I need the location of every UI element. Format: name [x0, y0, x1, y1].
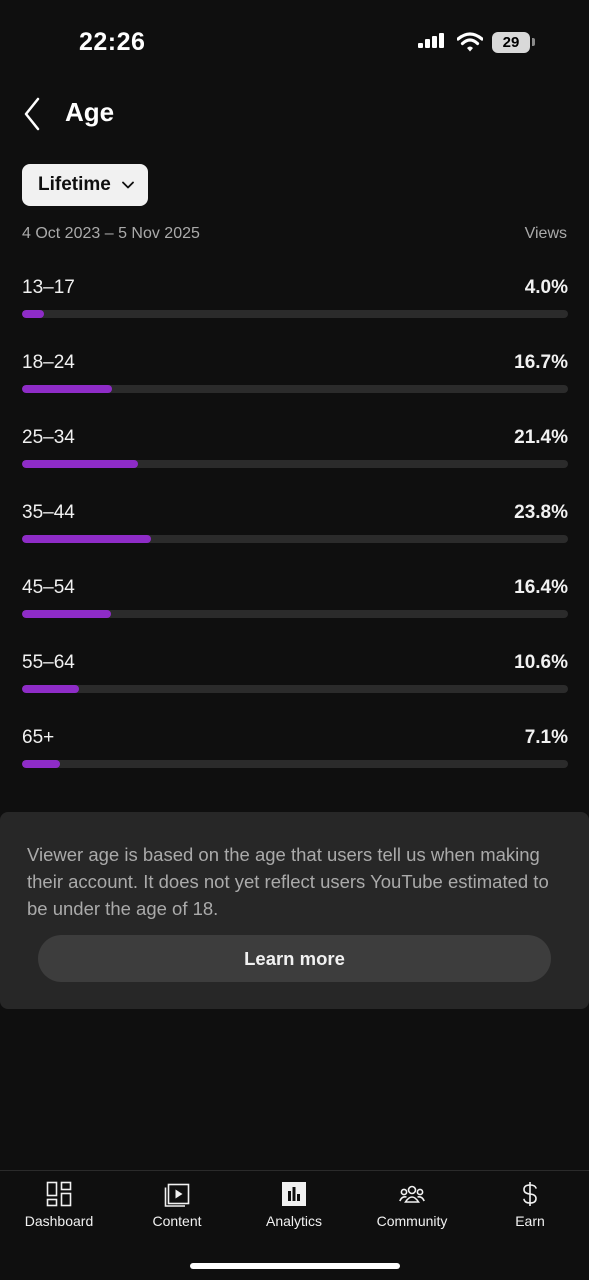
- age-row: 55–64 10.6%: [22, 651, 568, 726]
- status-bar: 22:26 29: [0, 0, 589, 88]
- progress-fill: [22, 535, 151, 543]
- back-arrow-icon[interactable]: [14, 94, 54, 134]
- progress-track: [22, 610, 568, 618]
- progress-fill: [22, 610, 111, 618]
- progress-track: [22, 685, 568, 693]
- age-group-label: 18–24: [22, 352, 75, 373]
- nav-item-analytics[interactable]: Analytics: [235, 1171, 353, 1241]
- nav-label: Earn: [515, 1213, 545, 1229]
- info-card: Viewer age is based on the age that user…: [0, 812, 589, 1009]
- age-row: 35–44 23.8%: [22, 501, 568, 576]
- earn-icon: [523, 1182, 537, 1206]
- progress-track: [22, 310, 568, 318]
- time-range-dropdown[interactable]: Lifetime: [22, 164, 148, 206]
- nav-item-dashboard[interactable]: Dashboard: [0, 1171, 118, 1241]
- progress-fill: [22, 685, 79, 693]
- time-range-label: Lifetime: [38, 174, 111, 195]
- age-group-label: 65+: [22, 727, 55, 748]
- progress-fill: [22, 310, 44, 318]
- dashboard-icon: [46, 1181, 72, 1207]
- age-row: 45–54 16.4%: [22, 576, 568, 651]
- community-icon: [399, 1185, 425, 1203]
- progress-track: [22, 460, 568, 468]
- nav-label: Community: [376, 1213, 448, 1229]
- progress-fill: [22, 760, 60, 768]
- metric-label: Views: [524, 225, 567, 242]
- date-range: 4 Oct 2023 – 5 Nov 2025: [22, 225, 200, 242]
- age-group-label: 45–54: [22, 577, 75, 598]
- age-group-percent: 21.4%: [514, 427, 568, 448]
- wifi-icon: [457, 32, 483, 52]
- home-indicator[interactable]: [190, 1263, 400, 1269]
- progress-track: [22, 760, 568, 768]
- status-time: 22:26: [79, 28, 146, 56]
- age-row: 25–34 21.4%: [22, 426, 568, 501]
- age-breakdown-list: 13–17 4.0% 18–24 16.7% 25–34 21.4% 35–44…: [22, 276, 568, 801]
- age-row: 18–24 16.7%: [22, 351, 568, 426]
- age-group-percent: 7.1%: [524, 727, 568, 748]
- age-group-label: 35–44: [22, 502, 75, 523]
- age-row: 13–17 4.0%: [22, 276, 568, 351]
- analytics-icon: [282, 1182, 306, 1206]
- nav-label: Content: [152, 1213, 202, 1229]
- info-text: Viewer age is based on the age that user…: [27, 844, 549, 919]
- chevron-down-icon: [122, 181, 134, 189]
- battery-tip: [532, 38, 535, 46]
- age-group-percent: 10.6%: [514, 652, 568, 673]
- progress-fill: [22, 385, 112, 393]
- progress-fill: [22, 460, 138, 468]
- learn-more-button[interactable]: Learn more: [38, 935, 551, 982]
- nav-item-community[interactable]: Community: [353, 1171, 471, 1241]
- age-row: 65+ 7.1%: [22, 726, 568, 801]
- progress-track: [22, 385, 568, 393]
- age-group-label: 13–17: [22, 277, 75, 298]
- header: Age: [0, 88, 589, 148]
- age-group-label: 55–64: [22, 652, 75, 673]
- age-group-percent: 16.7%: [514, 352, 568, 373]
- nav-item-content[interactable]: Content: [118, 1171, 236, 1241]
- nav-item-earn[interactable]: Earn: [471, 1171, 589, 1241]
- cellular-signal-icon: [418, 33, 446, 53]
- nav-label: Dashboard: [24, 1213, 94, 1229]
- page-title: Age: [65, 97, 115, 127]
- age-group-label: 25–34: [22, 427, 75, 448]
- content-icon: [164, 1183, 190, 1207]
- battery-icon: 29: [492, 32, 530, 53]
- nav-label: Analytics: [265, 1213, 323, 1229]
- age-group-percent: 23.8%: [514, 502, 568, 523]
- progress-track: [22, 535, 568, 543]
- age-group-percent: 16.4%: [514, 577, 568, 598]
- age-group-percent: 4.0%: [524, 277, 568, 298]
